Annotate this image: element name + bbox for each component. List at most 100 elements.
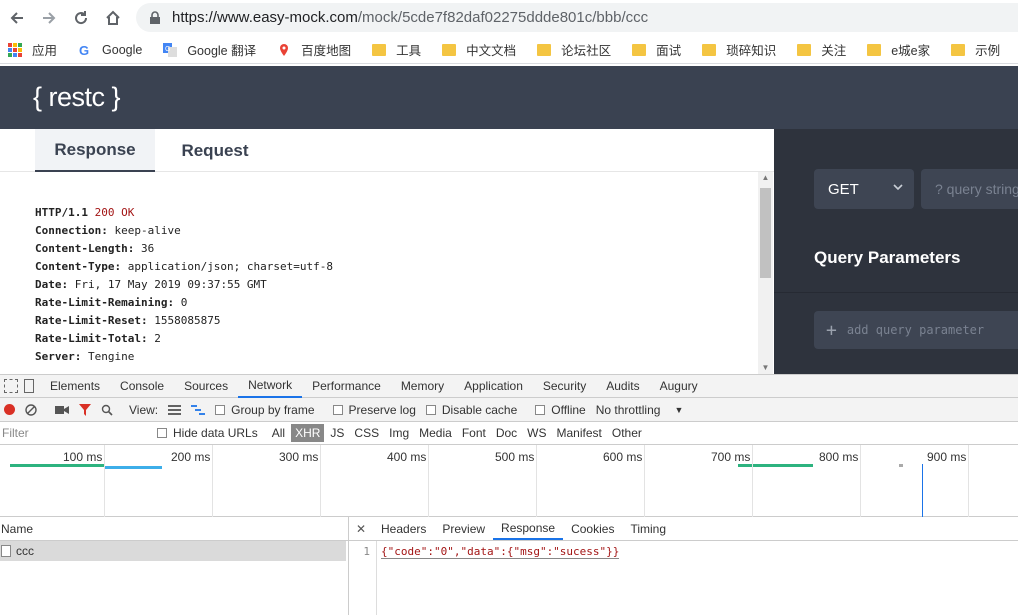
folder-icon [867, 43, 882, 56]
devtools-tab-application[interactable]: Application [454, 375, 533, 398]
devtools-tab-audits[interactable]: Audits [596, 375, 649, 398]
devtools-tab-security[interactable]: Security [533, 375, 596, 398]
bookmark-label: Google 翻译 [187, 44, 257, 58]
waterfall-button[interactable] [191, 404, 206, 415]
bookmark-item[interactable]: 应用 [8, 40, 57, 59]
devtools-tab-memory[interactable]: Memory [391, 375, 454, 398]
query-string-input[interactable]: ? query string [921, 169, 1018, 209]
bookmark-item[interactable]: G Google 翻译 [163, 40, 256, 59]
filter-input[interactable]: Filter [1, 424, 147, 442]
back-button[interactable] [1, 2, 33, 34]
header-value: Tengine [87, 350, 135, 363]
detail-tab-cookies[interactable]: Cookies [563, 517, 622, 540]
home-button[interactable] [97, 2, 129, 34]
bookmark-item[interactable]: 论坛社区 [537, 40, 611, 59]
type-filter-xhr[interactable]: XHR [291, 424, 325, 442]
type-filter-other[interactable]: Other [608, 424, 646, 442]
timeline-gridline [968, 445, 969, 517]
name-column-header[interactable]: Name [0, 517, 348, 541]
type-filter-ws[interactable]: WS [523, 424, 550, 442]
type-filter-media[interactable]: Media [415, 424, 456, 442]
inspect-element-icon[interactable] [4, 379, 18, 393]
plus-icon: + [826, 319, 837, 341]
response-scrollbar[interactable]: ▲ ▼ [758, 172, 773, 374]
devtools-tab-performance[interactable]: Performance [302, 375, 391, 398]
bookmark-item[interactable]: 关注 [797, 40, 846, 59]
method-select[interactable]: GET [814, 169, 914, 209]
bookmark-item[interactable]: 面试 [632, 40, 681, 59]
detail-tab-preview[interactable]: Preview [434, 517, 493, 540]
devtools-tab-elements[interactable]: Elements [40, 375, 110, 398]
bookmark-item[interactable]: 百度地图 [277, 40, 351, 59]
request-list: Name ccc [0, 517, 349, 615]
request-row[interactable]: ccc [0, 541, 346, 561]
request-pane: GET ? query string Query Parameters + ad… [774, 129, 1018, 374]
detail-tab-response[interactable]: Response [493, 517, 564, 540]
clear-button[interactable] [25, 403, 37, 416]
type-filter-doc[interactable]: Doc [492, 424, 521, 442]
tab-response[interactable]: Response [35, 129, 155, 172]
hide-data-urls-checkbox[interactable]: Hide data URLs [157, 426, 258, 440]
reload-icon [75, 11, 88, 25]
tab-request[interactable]: Request [160, 129, 270, 172]
type-filter-css[interactable]: CSS [350, 424, 383, 442]
bookmark-label: Google [102, 42, 143, 57]
map-pin-icon [277, 43, 291, 57]
network-toolbar: View: Group by frame Preserve log Disabl… [0, 398, 1018, 422]
checkbox-icon [535, 404, 546, 415]
type-filter-manifest[interactable]: Manifest [553, 424, 606, 442]
network-filter-bar: Filter Hide data URLs All XHR JS CSS Img Medi… [0, 422, 1018, 445]
method-label: GET [828, 180, 859, 198]
request-name: ccc [16, 544, 34, 558]
bookmark-item[interactable]: 琐碎知识 [702, 40, 776, 59]
response-headers: HTTP/1.1 200 OK Connection: keep-alive Con… [35, 204, 333, 366]
large-rows-button[interactable] [168, 404, 182, 415]
disable-cache-checkbox[interactable]: Disable cache [425, 403, 517, 417]
search-button[interactable] [101, 404, 113, 416]
offline-checkbox[interactable]: Offline [535, 402, 586, 417]
bookmark-item[interactable]: e城e家 [867, 40, 930, 59]
response-header-line: HTTP/1.1 200 OK [35, 204, 333, 222]
network-overview-timeline[interactable]: 100 ms 200 ms 300 ms 400 ms 500 ms 600 ms 700 … [0, 445, 1018, 517]
bookmark-item[interactable]: 中文文档 [442, 40, 516, 59]
restc-logo[interactable]: { restc } [33, 82, 121, 113]
group-by-frame-checkbox[interactable]: Group by frame [215, 403, 315, 417]
close-icon[interactable]: ✕ [349, 522, 373, 536]
bookmark-item[interactable]: 示例 [951, 40, 1000, 59]
detail-tab-headers[interactable]: Headers [373, 517, 434, 540]
filter-button[interactable] [79, 403, 91, 416]
response-body[interactable]: {"code":"0","data":{"msg":"sucess"}} [381, 545, 620, 559]
devtools-tab-console[interactable]: Console [110, 375, 174, 398]
device-toolbar-icon[interactable] [24, 379, 34, 393]
scroll-up-icon[interactable]: ▲ [758, 172, 773, 184]
record-button[interactable] [4, 404, 15, 415]
detail-tab-timing[interactable]: Timing [622, 517, 674, 540]
header-key: Rate-Limit-Total: [35, 332, 148, 345]
offline-label: Offline [551, 402, 586, 417]
type-filter-all[interactable]: All [268, 424, 289, 442]
forward-button[interactable] [33, 2, 65, 34]
type-filter-js[interactable]: JS [326, 424, 348, 442]
devtools-tab-network[interactable]: Network [238, 375, 303, 398]
reload-button[interactable] [65, 2, 97, 34]
devtools-tab-sources[interactable]: Sources [174, 375, 238, 398]
bookmark-item[interactable]: G Google [78, 42, 143, 58]
app-header: { restc } [0, 66, 1018, 129]
scroll-down-icon[interactable]: ▼ [758, 362, 773, 374]
scroll-thumb[interactable] [760, 188, 771, 278]
devtools-tab-augury[interactable]: Augury [650, 375, 708, 398]
type-filter-img[interactable]: Img [385, 424, 413, 442]
header-key: Date: [35, 278, 69, 291]
timeline-gridline [320, 445, 321, 517]
bookmark-item[interactable]: 工具 [372, 40, 421, 59]
screenshot-button[interactable] [55, 405, 69, 415]
address-bar[interactable]: https://www.easy-mock.com/mock/5cde7f82d… [136, 3, 1018, 32]
timeline-label: 200 ms [171, 450, 211, 464]
preserve-log-checkbox[interactable]: Preserve log [332, 403, 416, 417]
query-parameters-title: Query Parameters [814, 248, 961, 267]
add-query-parameter-input[interactable]: + add query parameter [814, 311, 1018, 349]
response-header-line: Content-Length: 36 [35, 240, 333, 258]
throttling-select[interactable]: No throttling ▼ [596, 403, 684, 417]
type-filter-font[interactable]: Font [458, 424, 490, 442]
bookmark-label: 示例 [975, 44, 1001, 58]
